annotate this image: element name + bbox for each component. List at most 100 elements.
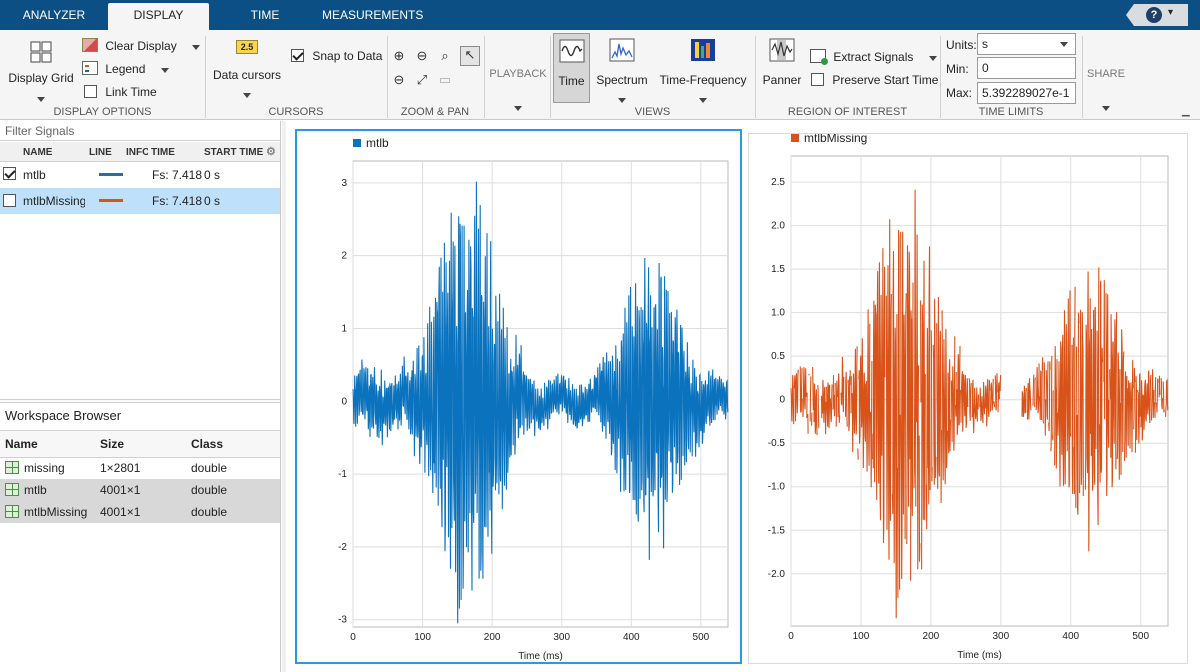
extract-signals-button[interactable]: Extract Signals: [810, 49, 937, 65]
panner-icon: [769, 38, 795, 62]
share-label: SHARE: [1087, 68, 1125, 80]
zoom-out-icon[interactable]: ⊖: [391, 72, 407, 88]
workspace-row[interactable]: mtlbMissing 4001×1 double: [0, 501, 280, 523]
x-tick-label: 0: [788, 631, 794, 642]
workspace-row[interactable]: missing 1×2801 double: [0, 457, 280, 479]
display-panel-1[interactable]: 0 100 200 300 400 500 -3 -2 -1 0 1 2 3 Time (ms) mtlb: [295, 129, 742, 664]
units-select[interactable]: s: [977, 33, 1076, 55]
vertical-splitter[interactable]: [282, 121, 286, 672]
separator: [1082, 36, 1083, 118]
views-section-label: VIEWS: [634, 106, 671, 118]
mtlb-missing-chart[interactable]: 0 100 200 300 400 500 -2.0 -1.5 -1.0 -0.5 0 0.5 1.0 1…: [749, 131, 1187, 663]
column-start-time[interactable]: START TIME: [204, 147, 263, 158]
y-tick-label: -1.5: [768, 525, 786, 536]
min-time-field[interactable]: 0: [977, 57, 1076, 79]
signal-row[interactable]: mtlb Fs: 7.418 0 s: [0, 162, 280, 188]
x-axis-label: Time (ms): [957, 650, 1002, 661]
panner-button[interactable]: Panner: [760, 38, 804, 87]
legend-swatch: [791, 134, 799, 142]
time-view-button[interactable]: Time: [553, 33, 590, 103]
x-tick-label: 300: [553, 632, 570, 643]
filter-signals-input[interactable]: Filter Signals: [0, 121, 280, 141]
y-tick-label: 0.5: [771, 351, 785, 362]
x-tick-label: 200: [484, 632, 501, 643]
signal-name: mtlb: [23, 168, 46, 182]
link-time-checkbox[interactable]: Link Time: [84, 85, 157, 99]
variable-name: mtlb: [24, 483, 47, 497]
display-panel-2[interactable]: 0 100 200 300 400 500 -2.0 -1.5 -1.0 -0.5 0 0.5 1.0 1…: [748, 131, 1188, 664]
y-tick-label: 2: [341, 251, 347, 262]
share-dropdown[interactable]: [1102, 100, 1110, 114]
playback-dropdown[interactable]: [514, 100, 522, 114]
units-value: s: [982, 37, 988, 51]
chevron-down-icon: ▾: [1168, 7, 1174, 18]
display-grid-button[interactable]: Display Grid: [8, 40, 74, 105]
time-frequency-view-button[interactable]: Time-Frequency: [658, 38, 748, 106]
y-tick-label: -2.0: [768, 569, 786, 580]
chevron-down-icon: [160, 68, 169, 73]
legend-button[interactable]: Legend: [82, 61, 169, 76]
mtlb-chart[interactable]: 0 100 200 300 400 500 -3 -2 -1 0 1 2 3 Time (ms) mtlb: [297, 131, 740, 662]
time-frequency-label: Time-Frequency: [659, 73, 747, 87]
column-line[interactable]: LINE: [89, 147, 112, 158]
grid-icon: [30, 41, 52, 63]
tab-time[interactable]: TIME: [238, 0, 292, 30]
snap-to-data-check[interactable]: [291, 49, 304, 62]
column-class[interactable]: Class: [191, 437, 223, 451]
x-tick-label: 400: [623, 632, 640, 643]
clear-display-button[interactable]: Clear Display: [82, 38, 201, 53]
zoom-y-icon[interactable]: ⌕: [437, 48, 453, 64]
signal-visible-checkbox[interactable]: [3, 167, 16, 180]
signal-table-header: NAME LINE INFO TIME START TIME ⚙: [0, 142, 280, 162]
display-area: 0 100 200 300 400 500 -3 -2 -1 0 1 2 3 Time (ms) mtlb …: [287, 121, 1200, 672]
column-name[interactable]: Name: [5, 437, 38, 451]
snap-to-data-label: Snap to Data: [312, 49, 383, 63]
panel-splitter[interactable]: [0, 399, 280, 403]
preserve-start-time-check[interactable]: [811, 73, 824, 86]
column-name[interactable]: NAME: [23, 147, 52, 158]
max-label: Max:: [946, 86, 973, 100]
link-time-check[interactable]: [84, 85, 97, 98]
column-info[interactable]: INFO: [126, 147, 148, 158]
pan-icon[interactable]: ▭: [437, 72, 453, 88]
variable-class: double: [191, 461, 228, 475]
signal-line-swatch[interactable]: [99, 173, 123, 176]
zoom-x-icon[interactable]: ⊖: [414, 48, 430, 64]
tab-display[interactable]: DISPLAY: [108, 3, 209, 30]
playback-label: PLAYBACK: [489, 68, 547, 80]
column-size[interactable]: Size: [100, 437, 124, 451]
workspace-row[interactable]: mtlb 4001×1 double: [0, 479, 280, 501]
zoom-in-icon[interactable]: ⊕: [391, 48, 407, 64]
spectrum-view-button[interactable]: Spectrum: [594, 38, 650, 106]
variable-name: missing: [24, 461, 65, 475]
snap-to-data-checkbox[interactable]: Snap to Data: [291, 49, 382, 63]
y-tick-label: 3: [341, 178, 347, 189]
variable-class: double: [191, 483, 228, 497]
tab-analyzer[interactable]: ANALYZER: [14, 0, 94, 30]
max-time-field[interactable]: 5.392289027e-1: [977, 82, 1076, 104]
signal-visible-checkbox[interactable]: [3, 194, 16, 207]
help-button[interactable]: ? ▾: [1126, 4, 1188, 26]
x-axis-label: Time (ms): [518, 651, 563, 662]
tab-measurements[interactable]: MEASUREMENTS: [322, 0, 423, 30]
y-tick-label: -0.5: [768, 438, 786, 449]
signal-line-swatch[interactable]: [99, 199, 123, 202]
preserve-start-time-checkbox[interactable]: Preserve Start Time: [811, 73, 938, 87]
x-tick-label: 500: [693, 632, 710, 643]
y-tick-label: 0: [341, 396, 347, 407]
display-options-section-label: DISPLAY OPTIONS: [53, 106, 152, 118]
clear-display-label: Clear Display: [105, 39, 177, 53]
fit-to-view-icon[interactable]: ⤢: [414, 72, 430, 88]
link-time-label: Link Time: [105, 85, 157, 99]
select-cursor-icon[interactable]: ↖: [460, 46, 480, 66]
y-tick-label: 1.5: [771, 264, 785, 275]
signal-row[interactable]: mtlbMissing Fs: 7.418 0 s: [0, 188, 280, 214]
data-cursors-button[interactable]: 2.5 Data cursors: [212, 40, 282, 101]
column-time[interactable]: TIME: [151, 147, 175, 158]
y-tick-label: 1: [341, 323, 347, 334]
collapse-toolstrip-icon[interactable]: ▁: [1182, 106, 1190, 117]
signal-start-time: 0 s: [204, 194, 221, 208]
min-label: Min:: [946, 62, 969, 76]
gear-icon[interactable]: ⚙: [266, 145, 276, 158]
data-cursor-icon: 2.5: [236, 40, 258, 54]
